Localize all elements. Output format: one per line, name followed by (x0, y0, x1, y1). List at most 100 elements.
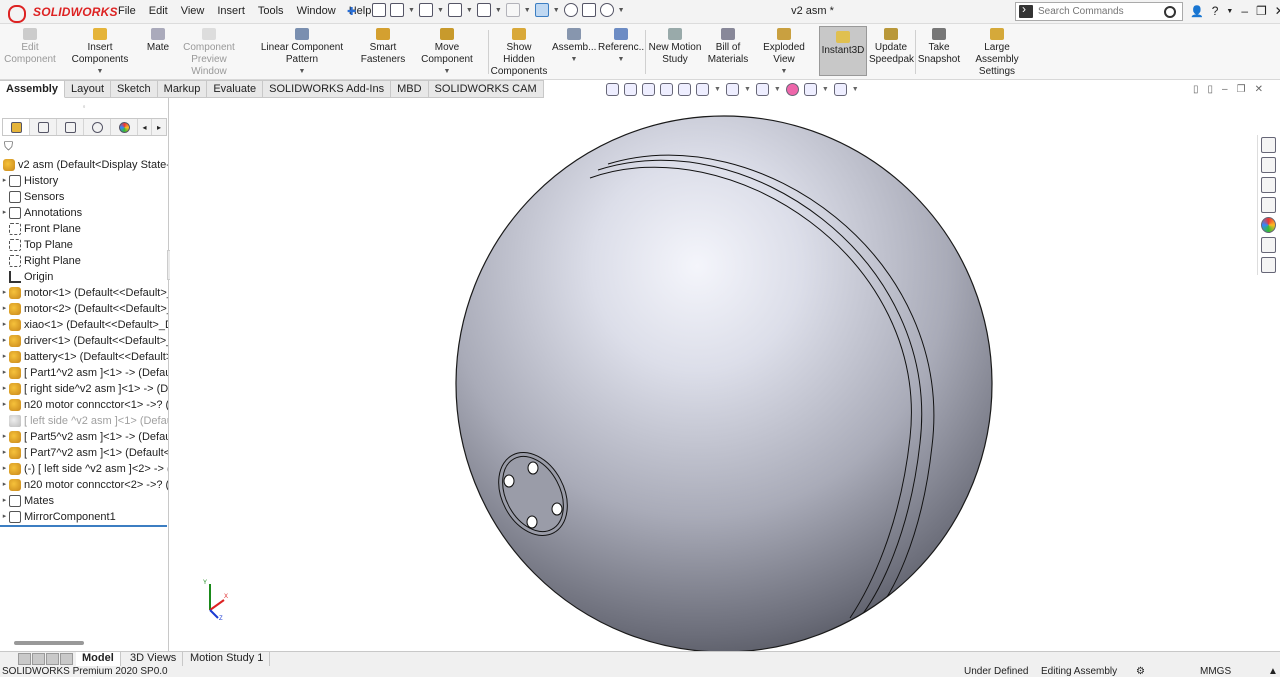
take-snapshot-button[interactable]: Take Snapshot (917, 28, 961, 66)
view-palette-icon[interactable] (1261, 197, 1276, 213)
hide-show-items-icon[interactable] (755, 83, 769, 96)
exploded-view-button[interactable]: Exploded View ▼ (753, 28, 815, 78)
rebuild-status-icon[interactable]: ⚙ (1136, 667, 1145, 677)
tree-item[interactable]: ▸ (-) [ left side ^v2 asm ]<2> -> (Defaul… (0, 461, 168, 477)
viewport-restore-icon[interactable]: ▯ (1208, 84, 1214, 95)
tab-mbd[interactable]: MBD (391, 80, 429, 98)
smart-fasteners-button[interactable]: Smart Fasteners (360, 28, 406, 66)
tree-item[interactable]: ▸ [ Part1^v2 asm ]<1> -> (Default) (0, 365, 168, 381)
section-view-icon[interactable] (660, 83, 673, 96)
tab-model[interactable]: Model (76, 652, 121, 666)
chevron-down-icon[interactable]: ▼ (753, 66, 815, 78)
viewport-tile-icon[interactable]: ▯ (1193, 84, 1199, 95)
tree-item[interactable]: ▸ motor<2> (Default<<Default>_Display Sta… (0, 301, 168, 317)
next-tab-icon[interactable] (46, 653, 59, 665)
model-view[interactable] (170, 98, 1256, 651)
linear-pattern-button[interactable]: Linear Component Pattern ▼ (246, 28, 358, 78)
help-dropdown-icon[interactable]: ▼ (1226, 8, 1233, 15)
forum-icon[interactable] (1261, 257, 1276, 273)
expand-arrow-icon[interactable]: ▸ (0, 333, 9, 349)
help-button[interactable]: ? (1212, 4, 1219, 18)
tab-markup[interactable]: Markup (157, 80, 208, 98)
solidworks-resources-icon[interactable] (1261, 137, 1276, 153)
show-hidden-components-button[interactable]: Show Hidden Components (490, 28, 548, 78)
expand-arrow-icon[interactable]: ▸ (0, 477, 9, 493)
propertymanager-tab[interactable] (30, 119, 57, 135)
panel-horizontal-scrollbar[interactable] (14, 641, 84, 645)
design-library-icon[interactable] (1261, 157, 1276, 173)
tab-solidworks-add-ins[interactable]: SOLIDWORKS Add-Ins (263, 80, 392, 98)
display-style-dropdown-icon[interactable]: ▼ (744, 86, 751, 93)
viewport-close-icon[interactable]: ✕ (1255, 84, 1263, 95)
zoom-to-fit-icon[interactable] (606, 83, 619, 96)
panel-grip[interactable]: ◦ (0, 98, 168, 116)
displaymanager-tab[interactable] (111, 119, 138, 135)
search-icon[interactable] (1164, 5, 1176, 18)
bill-of-materials-button[interactable]: Bill of Materials (707, 28, 749, 66)
tab-layout[interactable]: Layout (64, 80, 112, 98)
configurationmanager-tab[interactable] (57, 119, 84, 135)
assembly-features-button[interactable]: Assemb... ▼ (552, 28, 596, 66)
tree-item[interactable]: ▸ n20 motor conncctor<2> ->? (Default) (0, 477, 168, 493)
reference-geometry-button[interactable]: Referenc... ▼ (598, 28, 647, 66)
insert-components-button[interactable]: Insert Components ▼ (58, 28, 142, 78)
tab-assembly[interactable]: Assembly (0, 80, 65, 98)
apply-scene-icon[interactable] (803, 83, 817, 96)
tab-solidworks-cam[interactable]: SOLIDWORKS CAM (428, 80, 544, 98)
tree-item[interactable]: [ left side ^v2 asm ]<1> (Default) (0, 413, 168, 429)
unit-system[interactable]: MMGS (1200, 667, 1231, 677)
tab-3d-views[interactable]: 3D Views (124, 652, 184, 666)
graphics-area[interactable] (170, 98, 1256, 651)
hide-show-dropdown-icon[interactable]: ▼ (774, 86, 781, 93)
last-tab-icon[interactable] (60, 653, 73, 665)
tree-item[interactable]: Right Plane (0, 253, 168, 269)
display-style-icon[interactable] (725, 83, 739, 96)
user-account-icon[interactable]: 👤 (1190, 5, 1204, 18)
edit-appearance-icon[interactable] (785, 83, 799, 96)
component-preview-button[interactable]: Component Preview Window (173, 28, 245, 78)
move-component-button[interactable]: Move Component ▼ (408, 28, 486, 78)
minimize-icon[interactable]: – (1241, 4, 1248, 18)
chevron-down-icon[interactable]: ▼ (408, 66, 486, 78)
mate-button[interactable]: Mate (145, 28, 171, 54)
update-speedpak-button[interactable]: Update Speedpak (869, 28, 914, 66)
tree-item[interactable]: ▸ [ right side^v2 asm ]<1> -> (Default) (0, 381, 168, 397)
expand-arrow-icon[interactable]: ▸ (0, 429, 9, 445)
tree-item[interactable]: ▸ xiao<1> (Default<<Default>_Display Stat… (0, 317, 168, 333)
expand-arrow-icon[interactable]: ▸ (0, 301, 9, 317)
tree-item[interactable]: ▸ Annotations (0, 205, 168, 221)
instant3d-button[interactable]: Instant3D (819, 26, 867, 76)
dynamic-annotation-icon[interactable] (678, 83, 691, 96)
tab-sketch[interactable]: Sketch (111, 80, 158, 98)
first-tab-icon[interactable] (18, 653, 31, 665)
scene-dropdown-icon[interactable]: ▼ (822, 86, 829, 93)
tree-root[interactable]: v2 asm (Default<Display State-1>) (0, 157, 168, 173)
tab-evaluate[interactable]: Evaluate (207, 80, 264, 98)
tree-rollback-bar[interactable] (0, 525, 167, 527)
panel-scroll-right[interactable]: ▸ (152, 119, 166, 135)
expand-arrow-icon[interactable]: ▸ (0, 381, 9, 397)
chevron-down-icon[interactable]: ▼ (58, 66, 142, 78)
expand-arrow-icon[interactable]: ▸ (0, 445, 9, 461)
close-icon[interactable]: ✕ (1275, 4, 1280, 18)
tree-item[interactable]: ▸ [ Part5^v2 asm ]<1> -> (Default) (0, 429, 168, 445)
view-orientation-dropdown-icon[interactable]: ▼ (714, 86, 721, 93)
expand-arrow-icon[interactable]: ▸ (0, 173, 9, 189)
search-input[interactable] (1038, 6, 1164, 17)
expand-arrow-icon[interactable]: ▸ (0, 397, 9, 413)
expand-arrow-icon[interactable]: ▸ (0, 365, 9, 381)
tree-item[interactable]: Sensors (0, 189, 168, 205)
viewport-minimize-icon[interactable]: – (1222, 84, 1228, 95)
tree-item[interactable]: ▸ History (0, 173, 168, 189)
search-commands[interactable] (1015, 2, 1183, 21)
panel-scroll-left[interactable]: ◂ (138, 119, 152, 135)
view-settings-dropdown-icon[interactable]: ▼ (852, 86, 859, 93)
large-assembly-settings-button[interactable]: Large Assembly Settings (963, 28, 1031, 78)
tree-item[interactable]: Origin (0, 269, 168, 285)
view-settings-icon[interactable] (833, 83, 847, 96)
tree-item[interactable]: Front Plane (0, 221, 168, 237)
restore-icon[interactable]: ❐ (1256, 4, 1267, 18)
viewport-maximize-icon[interactable]: ❐ (1237, 84, 1246, 95)
status-options-icon[interactable]: ▲ (1268, 667, 1278, 677)
file-explorer-icon[interactable] (1261, 177, 1276, 193)
